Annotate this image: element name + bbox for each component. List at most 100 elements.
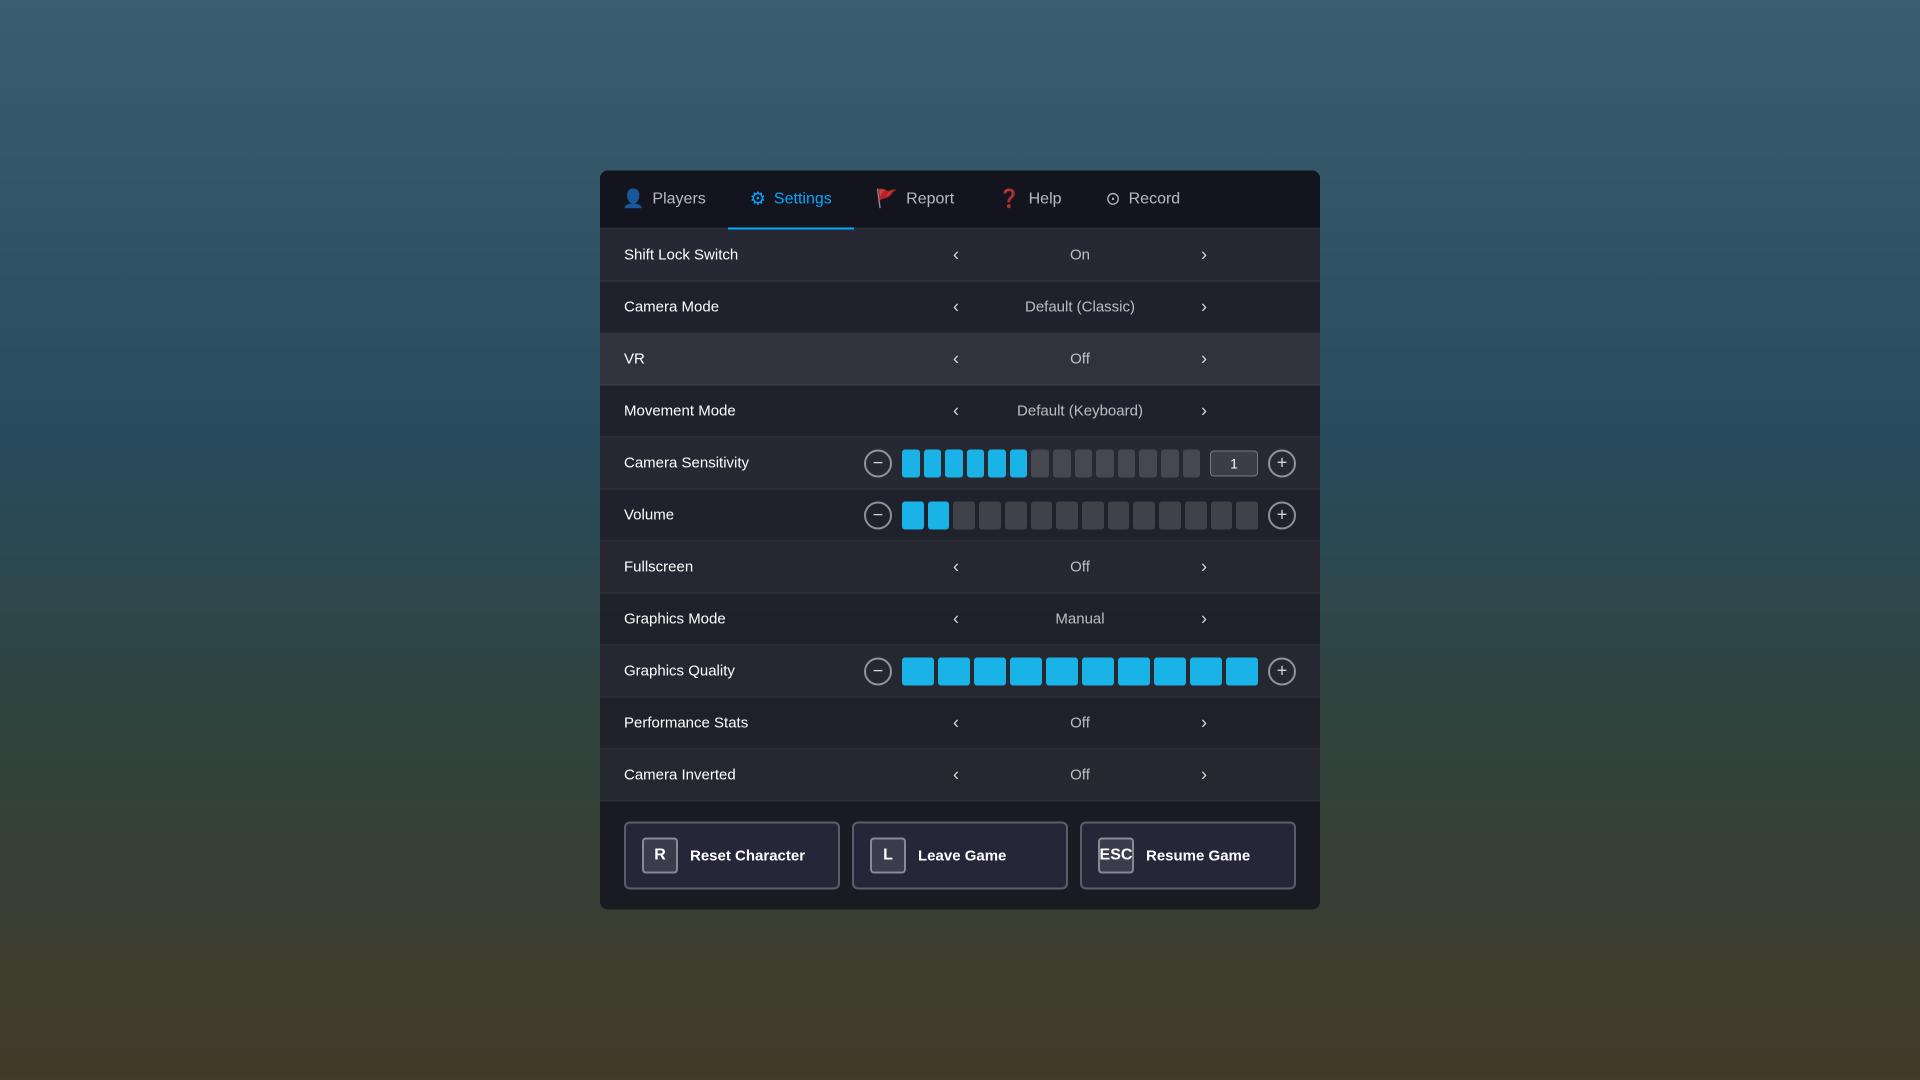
bar-11	[1139, 449, 1157, 477]
slider-minus-camera-sensitivity[interactable]: −	[864, 449, 892, 477]
tab-icon-help: ❓	[998, 189, 1020, 210]
arrow-right-fullscreen[interactable]: ›	[1192, 557, 1216, 578]
action-btn-reset-character[interactable]: R Reset Character	[624, 822, 840, 890]
bar-7	[1082, 501, 1104, 529]
setting-label-performance-stats: Performance Stats	[624, 715, 864, 732]
tab-label-players: Players	[652, 190, 705, 208]
setting-label-fullscreen: Fullscreen	[624, 559, 864, 576]
setting-row-camera-inverted: Camera Inverted ‹ Off ›	[600, 750, 1320, 802]
slider-container-volume: − +	[864, 501, 1296, 529]
setting-value-vr: Off	[980, 351, 1180, 368]
arrow-left-camera-mode[interactable]: ‹	[944, 297, 968, 318]
slider-plus-volume[interactable]: +	[1268, 501, 1296, 529]
tab-settings[interactable]: ⚙ Settings	[728, 171, 854, 228]
tab-players[interactable]: 👤 Players	[600, 171, 728, 228]
bar-2	[945, 449, 963, 477]
setting-control-camera-mode: ‹ Default (Classic) ›	[864, 297, 1296, 318]
arrow-right-graphics-mode[interactable]: ›	[1192, 609, 1216, 630]
setting-control-performance-stats: ‹ Off ›	[864, 713, 1296, 734]
tab-icon-report: 🚩	[876, 189, 898, 210]
setting-row-movement-mode: Movement Mode ‹ Default (Keyboard) ›	[600, 386, 1320, 438]
slider-container-graphics-quality: − +	[864, 657, 1296, 685]
bar-7	[1154, 657, 1186, 685]
bar-8	[1108, 501, 1130, 529]
arrow-left-shift-lock-switch[interactable]: ‹	[944, 245, 968, 266]
arrow-left-vr[interactable]: ‹	[944, 349, 968, 370]
tab-label-report: Report	[906, 190, 954, 208]
bar-0	[902, 501, 924, 529]
tab-icon-players: 👤	[622, 189, 644, 210]
setting-label-vr: VR	[624, 351, 864, 368]
setting-label-volume: Volume	[624, 507, 864, 524]
bar-10	[1159, 501, 1181, 529]
arrow-left-graphics-mode[interactable]: ‹	[944, 609, 968, 630]
arrow-left-movement-mode[interactable]: ‹	[944, 401, 968, 422]
bar-12	[1161, 449, 1179, 477]
slider-bars-graphics-quality	[902, 657, 1258, 685]
bar-10	[1118, 449, 1136, 477]
settings-body: Shift Lock Switch ‹ On › Camera Mode ‹ D…	[600, 230, 1320, 802]
setting-control-graphics-mode: ‹ Manual ›	[864, 609, 1296, 630]
tab-icon-settings: ⚙	[750, 189, 766, 210]
bar-1	[924, 449, 942, 477]
bar-3	[967, 449, 985, 477]
slider-bars-volume	[902, 501, 1258, 529]
setting-label-camera-inverted: Camera Inverted	[624, 767, 864, 784]
settings-menu: 👤 Players ⚙ Settings 🚩 Report ❓ Help ⊙ R…	[600, 171, 1320, 910]
arrow-left-camera-inverted[interactable]: ‹	[944, 765, 968, 786]
key-badge-resume-game: ESC	[1098, 838, 1134, 874]
setting-row-volume: Volume − +	[600, 490, 1320, 542]
setting-row-graphics-quality: Graphics Quality − +	[600, 646, 1320, 698]
arrow-right-movement-mode[interactable]: ›	[1192, 401, 1216, 422]
tab-label-record: Record	[1129, 190, 1181, 208]
slider-minus-graphics-quality[interactable]: −	[864, 657, 892, 685]
setting-label-camera-mode: Camera Mode	[624, 299, 864, 316]
tab-report[interactable]: 🚩 Report	[854, 171, 976, 228]
slider-plus-graphics-quality[interactable]: +	[1268, 657, 1296, 685]
bar-5	[1082, 657, 1114, 685]
tab-label-help: Help	[1029, 190, 1062, 208]
slider-bars-camera-sensitivity	[902, 449, 1200, 477]
bar-0	[902, 657, 934, 685]
setting-row-shift-lock-switch: Shift Lock Switch ‹ On ›	[600, 230, 1320, 282]
action-btn-label-reset-character: Reset Character	[690, 847, 805, 864]
setting-control-camera-sensitivity: − +	[864, 449, 1296, 477]
bar-4	[988, 449, 1006, 477]
bar-8	[1075, 449, 1093, 477]
arrow-left-performance-stats[interactable]: ‹	[944, 713, 968, 734]
bar-1	[938, 657, 970, 685]
slider-input-camera-sensitivity[interactable]	[1210, 450, 1258, 476]
action-btn-resume-game[interactable]: ESC Resume Game	[1080, 822, 1296, 890]
action-btn-leave-game[interactable]: L Leave Game	[852, 822, 1068, 890]
arrow-left-fullscreen[interactable]: ‹	[944, 557, 968, 578]
setting-control-movement-mode: ‹ Default (Keyboard) ›	[864, 401, 1296, 422]
arrow-right-camera-inverted[interactable]: ›	[1192, 765, 1216, 786]
setting-control-vr: ‹ Off ›	[864, 349, 1296, 370]
bar-1	[928, 501, 950, 529]
action-btn-label-leave-game: Leave Game	[918, 847, 1006, 864]
bar-9	[1226, 657, 1258, 685]
bar-6	[1056, 501, 1078, 529]
bar-3	[979, 501, 1001, 529]
tab-record[interactable]: ⊙ Record	[1084, 171, 1203, 228]
bar-6	[1118, 657, 1150, 685]
arrow-right-performance-stats[interactable]: ›	[1192, 713, 1216, 734]
tab-help[interactable]: ❓ Help	[976, 171, 1083, 228]
slider-plus-camera-sensitivity[interactable]: +	[1268, 449, 1296, 477]
arrow-right-shift-lock-switch[interactable]: ›	[1192, 245, 1216, 266]
bar-4	[1046, 657, 1078, 685]
setting-row-fullscreen: Fullscreen ‹ Off ›	[600, 542, 1320, 594]
bar-6	[1031, 449, 1049, 477]
tab-label-settings: Settings	[774, 190, 832, 208]
setting-value-camera-inverted: Off	[980, 767, 1180, 784]
setting-row-performance-stats: Performance Stats ‹ Off ›	[600, 698, 1320, 750]
key-badge-reset-character: R	[642, 838, 678, 874]
arrow-right-camera-mode[interactable]: ›	[1192, 297, 1216, 318]
setting-value-fullscreen: Off	[980, 559, 1180, 576]
setting-row-vr: VR ‹ Off ›	[600, 334, 1320, 386]
bar-9	[1133, 501, 1155, 529]
bar-8	[1190, 657, 1222, 685]
arrow-right-vr[interactable]: ›	[1192, 349, 1216, 370]
action-btn-label-resume-game: Resume Game	[1146, 847, 1250, 864]
slider-minus-volume[interactable]: −	[864, 501, 892, 529]
